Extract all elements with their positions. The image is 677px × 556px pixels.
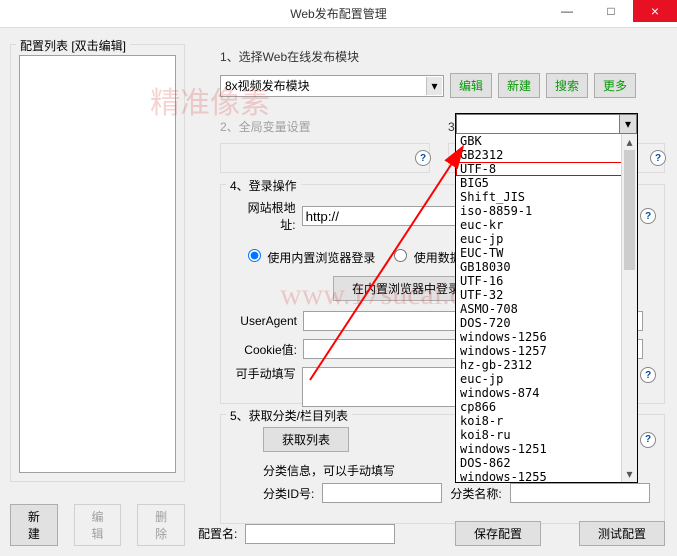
window-close-button[interactable]: ×	[633, 0, 677, 22]
encoding-option[interactable]: hz-gb-2312	[456, 358, 637, 372]
module-more-button[interactable]: 更多	[594, 73, 636, 98]
encoding-option[interactable]: windows-1257	[456, 344, 637, 358]
scroll-down-icon[interactable]: ▾	[622, 466, 637, 482]
new-config-button[interactable]: 新建	[10, 504, 58, 546]
module-select[interactable]: 8x视频发布模块 ▾	[220, 75, 444, 97]
scrollbar[interactable]: ▴ ▾	[621, 134, 637, 482]
module-edit-button[interactable]: 编辑	[450, 73, 492, 98]
encoding-option[interactable]: DOS-720	[456, 316, 637, 330]
config-list-legend: 配置列表 [双击编辑]	[16, 37, 130, 54]
encoding-option[interactable]: ASMO-708	[456, 302, 637, 316]
encoding-option[interactable]: GBK	[456, 134, 637, 148]
chevron-down-icon: ▾	[619, 115, 636, 133]
radio-packet-input[interactable]	[394, 249, 407, 262]
category-name-label: 分类名称:	[450, 485, 501, 502]
step2-box: ?	[220, 143, 430, 173]
window-minimize-button[interactable]: —	[545, 0, 589, 22]
scroll-up-icon[interactable]: ▴	[622, 134, 637, 150]
left-panel: 配置列表 [双击编辑] 新建 编辑 删除	[10, 44, 185, 508]
encoding-option[interactable]: EUC-TW	[456, 246, 637, 260]
step1: 1、选择Web在线发布模块 8x视频发布模块 ▾ 编辑 新建 搜索 更多	[220, 48, 665, 98]
help-icon[interactable]: ?	[640, 367, 656, 383]
delete-config-button: 删除	[137, 504, 185, 546]
scrollbar-thumb[interactable]	[624, 150, 635, 270]
encoding-option[interactable]: UTF-16	[456, 274, 637, 288]
save-config-button[interactable]: 保存配置	[455, 521, 541, 546]
encoding-options-list[interactable]: GBKGB2312UTF-8BIG5Shift_JISiso-8859-1euc…	[456, 134, 637, 482]
module-new-button[interactable]: 新建	[498, 73, 540, 98]
manual-fill-label: 可手动填写	[233, 367, 296, 381]
encoding-dropdown: ▾ GBKGB2312UTF-8BIG5Shift_JISiso-8859-1e…	[455, 113, 638, 483]
encoding-option[interactable]: GB18030	[456, 260, 637, 274]
config-list-groupbox: 配置列表 [双击编辑]	[10, 44, 185, 482]
encoding-option[interactable]: DOS-862	[456, 456, 637, 470]
radio-builtin-browser[interactable]: 使用内置浏览器登录	[243, 246, 375, 266]
config-name-label: 配置名:	[198, 525, 237, 542]
help-icon[interactable]: ?	[415, 150, 431, 166]
window-controls: — □ ×	[545, 0, 677, 22]
module-select-value: 8x视频发布模块	[225, 77, 310, 94]
step2-label: 2、全局变量设置	[220, 118, 430, 135]
step4-legend: 4、登录操作	[226, 177, 301, 194]
encoding-option[interactable]: windows-874	[456, 386, 637, 400]
edit-config-button: 编辑	[74, 504, 122, 546]
chevron-down-icon: ▾	[426, 77, 442, 95]
step5-legend: 5、获取分类/栏目列表	[226, 407, 352, 424]
step1-label: 1、选择Web在线发布模块	[220, 48, 665, 65]
useragent-label: UserAgent	[233, 314, 297, 328]
category-name-input[interactable]	[510, 483, 650, 503]
encoding-option[interactable]: euc-jp	[456, 232, 637, 246]
site-root-label: 网站根地址:	[233, 199, 296, 233]
test-config-button[interactable]: 测试配置	[579, 521, 665, 546]
help-icon[interactable]: ?	[650, 150, 666, 166]
encoding-option[interactable]: windows-1255	[456, 470, 637, 482]
encoding-option[interactable]: windows-1256	[456, 330, 637, 344]
encoding-select[interactable]: ▾	[456, 114, 637, 134]
encoding-option[interactable]: iso-8859-1	[456, 204, 637, 218]
help-icon[interactable]: ?	[640, 432, 656, 448]
config-list[interactable]	[19, 55, 176, 473]
category-id-label: 分类ID号:	[263, 485, 314, 502]
cookie-label: Cookie值:	[233, 341, 297, 358]
bottom-row: 配置名: 保存配置 测试配置	[198, 521, 665, 546]
help-icon[interactable]: ?	[640, 208, 656, 224]
window-titlebar: Web发布配置管理 — □ ×	[0, 0, 677, 28]
encoding-option[interactable]: Shift_JIS	[456, 190, 637, 204]
radio-builtin-input[interactable]	[248, 249, 261, 262]
encoding-option[interactable]: cp866	[456, 400, 637, 414]
config-name-input[interactable]	[245, 524, 395, 544]
encoding-option[interactable]: euc-kr	[456, 218, 637, 232]
category-id-input[interactable]	[322, 483, 442, 503]
get-list-button[interactable]: 获取列表	[263, 427, 349, 452]
window-title: Web发布配置管理	[290, 5, 386, 22]
encoding-option[interactable]: euc-jp	[456, 372, 637, 386]
encoding-option[interactable]: koi8-ru	[456, 428, 637, 442]
encoding-option[interactable]: GB2312	[456, 148, 637, 162]
encoding-option[interactable]: UTF-8	[456, 162, 637, 176]
window-maximize-button[interactable]: □	[589, 0, 633, 22]
encoding-option[interactable]: UTF-32	[456, 288, 637, 302]
module-search-button[interactable]: 搜索	[546, 73, 588, 98]
encoding-option[interactable]: koi8-r	[456, 414, 637, 428]
step2: 2、全局变量设置 ?	[220, 118, 430, 173]
encoding-option[interactable]: windows-1251	[456, 442, 637, 456]
encoding-option[interactable]: BIG5	[456, 176, 637, 190]
